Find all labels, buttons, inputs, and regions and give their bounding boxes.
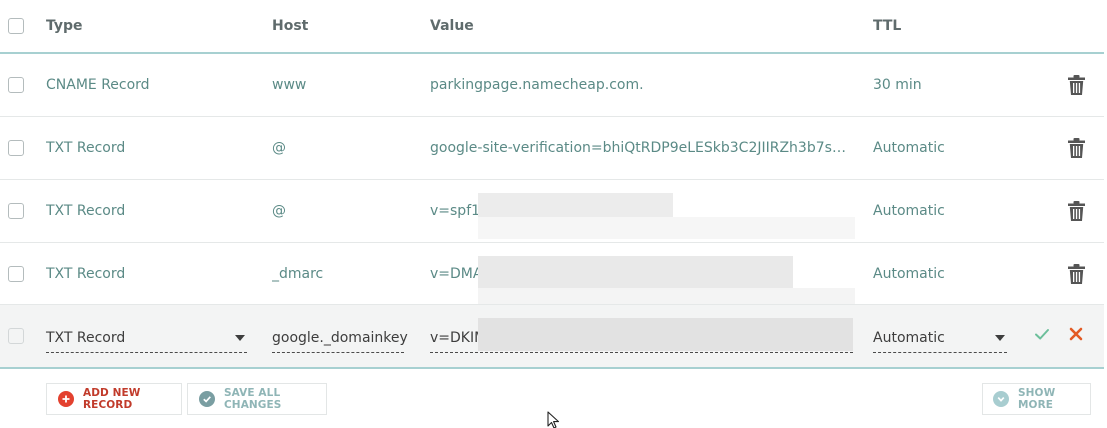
close-icon[interactable] (1068, 326, 1084, 342)
record-type[interactable]: CNAME Record (46, 54, 256, 116)
redacted-region (478, 193, 673, 217)
record-type[interactable]: TXT Record (46, 243, 256, 304)
column-header-host[interactable]: Host (272, 0, 412, 52)
column-header-ttl[interactable]: TTL (873, 0, 1013, 52)
row-checkbox[interactable] (8, 328, 24, 344)
column-header-type[interactable]: Type (46, 0, 256, 52)
type-select-value: TXT Record (46, 329, 126, 346)
record-value[interactable]: google-site-verification=bhiQtRDP9eLESkb… (430, 117, 855, 179)
table-header: Type Host Value TTL (0, 0, 1104, 54)
ttl-select-value: Automatic (873, 329, 945, 346)
redacted-region (478, 256, 793, 288)
record-host[interactable]: @ (272, 117, 412, 179)
host-input-value: google._domainkey (272, 329, 408, 346)
row-select-cell (8, 243, 26, 304)
trash-icon[interactable] (1064, 136, 1088, 160)
record-host[interactable]: _dmarc (272, 243, 412, 304)
add-new-record-label: ADD NEW RECORD (83, 387, 141, 411)
redacted-region (478, 217, 855, 239)
caret-down-icon (235, 335, 245, 341)
row-checkbox[interactable] (8, 140, 24, 156)
delete-action-cell (1064, 54, 1088, 116)
row-checkbox[interactable] (8, 77, 24, 93)
record-value-cell: google-site-verification=bhiQtRDP9eLESkb… (430, 117, 855, 179)
redacted-region (478, 318, 853, 351)
row-checkbox[interactable] (8, 265, 24, 282)
select-all-checkbox[interactable] (8, 18, 24, 34)
caret-down-icon (995, 335, 1005, 341)
host-input[interactable]: google._domainkey (272, 323, 408, 353)
trash-icon[interactable] (1064, 73, 1088, 97)
show-more-label: SHOW MORE (1018, 387, 1056, 411)
checkmark-icon[interactable] (1034, 326, 1050, 342)
save-all-changes-label: SAVE ALL CHANGES (224, 387, 282, 411)
record-host[interactable]: @ (272, 180, 412, 242)
delete-action-cell (1064, 180, 1088, 242)
delete-action-cell (1064, 243, 1088, 304)
row-select-cell (8, 180, 26, 242)
type-select[interactable]: TXT Record (46, 323, 247, 353)
record-ttl[interactable]: Automatic (873, 243, 1013, 304)
table-row[interactable]: CNAME Record www parkingpage.namecheap.c… (0, 54, 1104, 117)
delete-action-cell (1064, 117, 1088, 179)
mouse-cursor-icon (547, 411, 560, 428)
row-select-cell (8, 305, 26, 367)
row-select-cell (8, 117, 26, 179)
add-new-record-button[interactable]: ADD NEW RECORD (46, 383, 182, 415)
save-all-changes-button[interactable]: SAVE ALL CHANGES (187, 383, 327, 415)
chevron-down-circle-icon (993, 391, 1009, 407)
record-type[interactable]: TXT Record (46, 180, 256, 242)
row-select-cell (8, 54, 26, 116)
trash-icon[interactable] (1064, 262, 1088, 286)
record-ttl[interactable]: Automatic (873, 180, 1013, 242)
select-all-cell (8, 0, 26, 52)
check-circle-icon (199, 391, 215, 407)
column-header-value[interactable]: Value (430, 0, 855, 52)
record-ttl[interactable]: 30 min (873, 54, 1013, 116)
row-checkbox[interactable] (8, 203, 24, 219)
record-ttl[interactable]: Automatic (873, 117, 1013, 179)
record-host[interactable]: www (272, 54, 412, 116)
plus-circle-icon (58, 391, 74, 407)
trash-icon[interactable] (1064, 199, 1088, 223)
record-value[interactable]: parkingpage.namecheap.com. (430, 54, 855, 116)
ttl-select[interactable]: Automatic (873, 323, 1007, 353)
record-type[interactable]: TXT Record (46, 117, 256, 179)
show-more-button[interactable]: SHOW MORE (982, 383, 1091, 415)
redacted-region (478, 288, 855, 304)
table-row[interactable]: TXT Record @ google-site-verification=bh… (0, 117, 1104, 180)
